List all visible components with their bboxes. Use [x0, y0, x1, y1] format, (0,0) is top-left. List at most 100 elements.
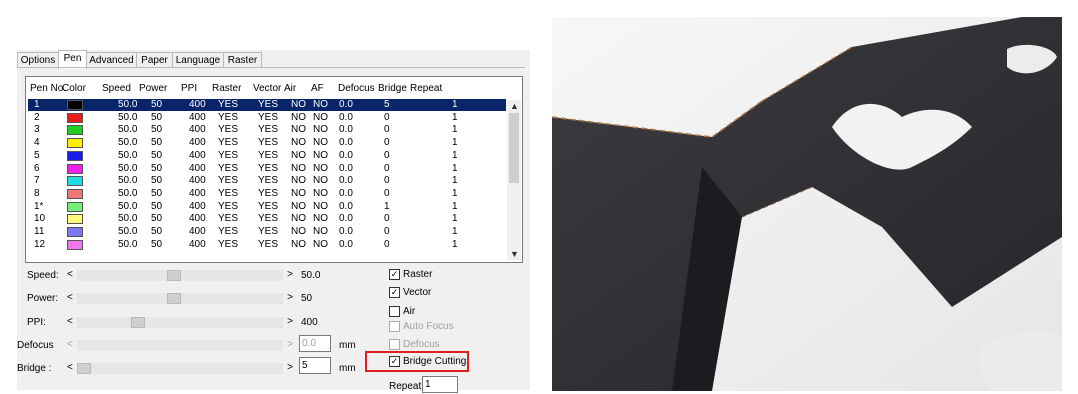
speed-slider[interactable]: < >: [67, 269, 293, 282]
cell-defocus: 0.0: [339, 99, 353, 110]
pen-number: 5: [34, 149, 40, 161]
table-scrollbar[interactable]: ▲ ▼: [507, 100, 521, 260]
cell-vector: YES: [258, 149, 279, 161]
cell-raster: YES: [218, 226, 239, 237]
cell-vector: YES: [258, 162, 279, 174]
slider-thumb[interactable]: [167, 293, 181, 304]
repeat-input[interactable]: 1: [422, 376, 458, 393]
cell-defocus: 0.0: [339, 200, 353, 212]
cell-repeat: 1: [452, 200, 458, 212]
defocus-slider: < >: [67, 339, 293, 352]
arrow-left-icon[interactable]: <: [67, 292, 73, 303]
column-header-bridge: Bridge: [378, 83, 407, 94]
slider-thumb[interactable]: [131, 317, 145, 328]
cell-af: NO: [313, 111, 328, 123]
cell-defocus: 0.0: [339, 124, 353, 136]
slider-thumb[interactable]: [77, 363, 91, 374]
scroll-up-icon[interactable]: ▲: [510, 101, 519, 111]
vector-checkbox[interactable]: ✓: [389, 287, 400, 298]
cell-repeat: 1: [452, 213, 458, 225]
cell-vector: YES: [258, 111, 279, 123]
cell-power: 50: [151, 124, 163, 136]
cell-raster: YES: [218, 162, 239, 174]
air-checkbox-label: Air: [403, 306, 416, 317]
air-checkbox[interactable]: [389, 306, 400, 317]
raster-checkbox[interactable]: ✓: [389, 269, 400, 280]
cell-power: 50: [151, 187, 163, 199]
cell-bridge: 1: [384, 200, 390, 212]
arrow-left-icon[interactable]: <: [67, 269, 73, 280]
cell-repeat: 1: [452, 137, 458, 149]
tab-language[interactable]: Language: [172, 52, 224, 68]
cell-air: NO: [291, 226, 306, 237]
cell-af: NO: [313, 238, 328, 250]
cell-air: NO: [291, 187, 306, 199]
table-row[interactable]: 10 50.0 50 400 YES YES NO NO 0.0 0 1: [28, 213, 506, 225]
arrow-left-icon[interactable]: <: [67, 316, 73, 327]
cell-bridge: 5: [384, 99, 390, 110]
cell-vector: YES: [258, 187, 279, 199]
power-slider[interactable]: < >: [67, 292, 293, 305]
bridge-input[interactable]: 5: [299, 357, 331, 374]
arrow-right-icon[interactable]: >: [287, 269, 293, 280]
column-header-ppi: PPI: [181, 83, 198, 94]
arrow-right-icon[interactable]: >: [287, 362, 293, 373]
cell-ppi: 400: [189, 149, 206, 161]
table-row[interactable]: 12 50.0 50 400 YES YES NO NO 0.0 0 1: [28, 239, 506, 251]
cell-bridge: 0: [384, 137, 390, 149]
cell-air: NO: [291, 238, 306, 250]
tab-options[interactable]: Options: [17, 52, 59, 68]
cell-af: NO: [313, 149, 328, 161]
pen-number: 2: [34, 111, 40, 123]
column-header-penno: Pen No.: [30, 83, 67, 94]
column-header-af: AF: [311, 83, 324, 94]
scroll-down-icon[interactable]: ▼: [510, 249, 519, 259]
cell-repeat: 1: [452, 226, 458, 237]
table-row[interactable]: 1* 50.0 50 400 YES YES NO NO 0.0 1 1: [28, 201, 506, 213]
pen-color-swatch: [67, 214, 83, 225]
cell-defocus: 0.0: [339, 111, 353, 123]
cell-speed: 50.0: [118, 99, 138, 110]
ppi-slider[interactable]: < >: [67, 316, 293, 329]
cell-defocus: 0.0: [339, 187, 353, 199]
cell-speed: 50.0: [118, 175, 138, 187]
table-row[interactable]: 5 50.0 50 400 YES YES NO NO 0.0 0 1: [28, 150, 506, 162]
column-header-speed: Speed: [102, 83, 131, 94]
bridge-cutting-checkbox[interactable]: ✓: [389, 356, 400, 367]
cell-raster: YES: [218, 187, 239, 199]
table-row[interactable]: 8 50.0 50 400 YES YES NO NO 0.0 0 1: [28, 188, 506, 200]
arrow-right-icon[interactable]: >: [287, 292, 293, 303]
cell-vector: YES: [258, 137, 279, 149]
table-row[interactable]: 6 50.0 50 400 YES YES NO NO 0.0 0 1: [28, 163, 506, 175]
table-row[interactable]: 7 50.0 50 400 YES YES NO NO 0.0 0 1: [28, 175, 506, 187]
column-header-air: Air: [284, 83, 297, 94]
cell-air: NO: [291, 162, 306, 174]
cell-air: NO: [291, 111, 306, 123]
arrow-left-icon[interactable]: <: [67, 362, 73, 373]
cell-defocus: 0.0: [339, 238, 353, 250]
slider-thumb[interactable]: [167, 270, 181, 281]
table-row[interactable]: 1 50.0 50 400 YES YES NO NO 0.0 5 1: [28, 99, 506, 111]
arrow-left-icon: <: [67, 339, 73, 350]
cell-power: 50: [151, 226, 163, 237]
column-header-defocus: Defocus: [338, 83, 375, 94]
scrollbar-thumb[interactable]: [509, 113, 519, 183]
table-row[interactable]: 3 50.0 50 400 YES YES NO NO 0.0 0 1: [28, 124, 506, 136]
tab-advanced[interactable]: Advanced: [86, 52, 137, 68]
pen-color-swatch: [67, 188, 83, 199]
defocus-checkbox-label: Defocus: [403, 339, 440, 350]
cell-power: 50: [151, 137, 163, 149]
pen-number: 4: [34, 137, 40, 149]
cell-ppi: 400: [189, 187, 206, 199]
table-row[interactable]: 11 50.0 50 400 YES YES NO NO 0.0 0 1: [28, 226, 506, 238]
table-row[interactable]: 4 50.0 50 400 YES YES NO NO 0.0 0 1: [28, 137, 506, 149]
tab-paper[interactable]: Paper: [136, 52, 173, 68]
table-row[interactable]: 2 50.0 50 400 YES YES NO NO 0.0 0 1: [28, 112, 506, 124]
bridge-slider[interactable]: < >: [67, 362, 293, 375]
cell-af: NO: [313, 162, 328, 174]
cell-vector: YES: [258, 124, 279, 136]
cell-repeat: 1: [452, 238, 458, 250]
tab-raster[interactable]: Raster: [223, 52, 262, 68]
arrow-right-icon[interactable]: >: [287, 316, 293, 327]
cell-vector: YES: [258, 238, 279, 250]
